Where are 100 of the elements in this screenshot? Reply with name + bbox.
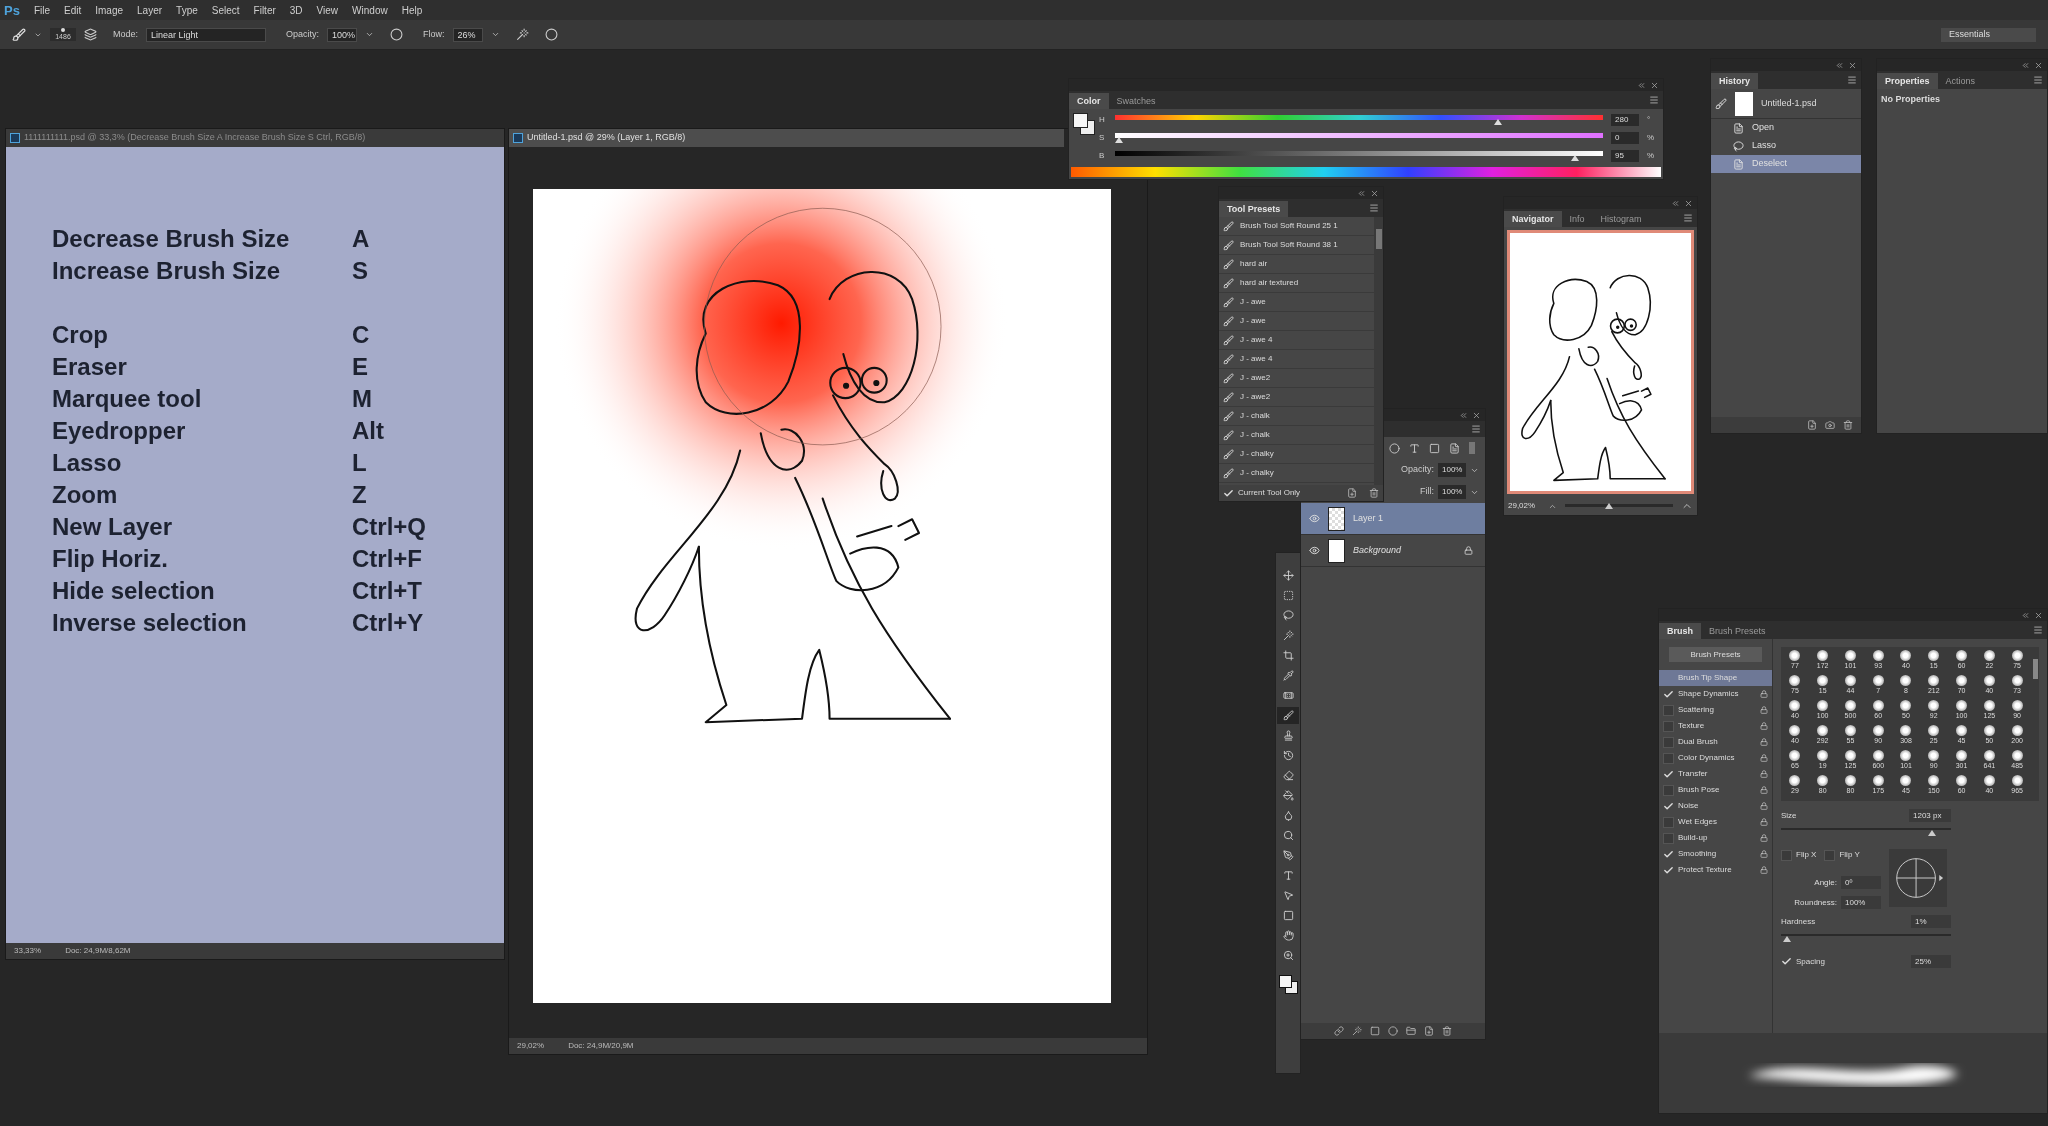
brush-option[interactable]: Scattering: [1659, 702, 1772, 718]
layer-opacity-field[interactable]: 100%: [1438, 463, 1466, 477]
close-icon[interactable]: [1370, 188, 1379, 198]
brush-option[interactable]: Brush Pose: [1659, 782, 1772, 798]
preset-item[interactable]: J - awe2: [1219, 388, 1374, 407]
flow-field[interactable]: 26%: [452, 27, 483, 42]
panel-tab[interactable]: History: [1711, 73, 1758, 89]
navigator-zoom-field[interactable]: 29,02%: [1508, 500, 1540, 512]
spacing-field[interactable]: 25%: [1911, 955, 1951, 968]
checkbox[interactable]: [1781, 849, 1792, 861]
adjustment-icon[interactable]: [1388, 1026, 1398, 1036]
close-icon[interactable]: [1848, 60, 1857, 70]
checkbox[interactable]: [1663, 864, 1674, 876]
brush-option[interactable]: Color Dynamics: [1659, 750, 1772, 766]
layer-row[interactable]: Background: [1301, 535, 1485, 567]
preset-item[interactable]: hard air textured: [1219, 274, 1374, 293]
checkbox[interactable]: [1663, 704, 1674, 716]
color-slider[interactable]: [1115, 132, 1603, 144]
history-step[interactable]: Lasso: [1711, 137, 1861, 155]
channel-value-field[interactable]: 95: [1611, 150, 1639, 162]
collapse-icon[interactable]: [1459, 410, 1468, 420]
slider-thumb[interactable]: [1571, 154, 1579, 161]
color-slider[interactable]: [1115, 114, 1603, 126]
lock-icon[interactable]: [1760, 850, 1768, 858]
checkbox[interactable]: [1663, 720, 1674, 732]
panel-menu-icon[interactable]: [1369, 203, 1379, 213]
close-icon[interactable]: [2034, 60, 2043, 70]
folder-icon[interactable]: [1406, 1026, 1416, 1036]
lock-icon[interactable]: [1760, 834, 1768, 842]
angle-field[interactable]: 0º: [1841, 876, 1881, 889]
eye-icon[interactable]: [1309, 513, 1320, 524]
snapshot-name[interactable]: Untitled-1.psd: [1761, 96, 1817, 111]
checkbox[interactable]: [1223, 487, 1234, 499]
trash-icon[interactable]: [1442, 1026, 1452, 1036]
panel-menu-icon[interactable]: [1649, 95, 1659, 105]
color-spectrum-bar[interactable]: [1071, 167, 1661, 177]
brush-option[interactable]: Wet Edges: [1659, 814, 1772, 830]
preset-item[interactable]: J - chalk: [1219, 426, 1374, 445]
menu-item[interactable]: View: [316, 2, 339, 18]
hardness-slider[interactable]: [1781, 934, 1951, 943]
lock-icon[interactable]: [1760, 866, 1768, 874]
panel-menu-icon[interactable]: [2033, 75, 2043, 85]
preset-item[interactable]: J - awe2: [1219, 369, 1374, 388]
close-icon[interactable]: [1650, 80, 1659, 90]
opacity-field[interactable]: 100%: [327, 27, 358, 42]
size-field[interactable]: 1203 px: [1909, 809, 1951, 822]
checkbox[interactable]: [1663, 768, 1674, 780]
panel-tab[interactable]: Swatches: [1108, 93, 1164, 109]
slider-thumb[interactable]: [1928, 830, 1937, 836]
checkbox[interactable]: [1663, 688, 1674, 700]
close-icon[interactable]: [1472, 410, 1481, 420]
lock-icon[interactable]: [1760, 786, 1768, 794]
menu-item[interactable]: Window: [352, 2, 388, 18]
trash-icon[interactable]: [1843, 420, 1853, 430]
brush-option[interactable]: Transfer: [1659, 766, 1772, 782]
collapse-icon[interactable]: [1671, 198, 1680, 208]
brush-option[interactable]: Protect Texture: [1659, 862, 1772, 878]
brush-option[interactable]: Dual Brush: [1659, 734, 1772, 750]
checkbox[interactable]: [1663, 832, 1674, 844]
menu-item[interactable]: Select: [211, 2, 240, 18]
preset-item[interactable]: J - awe 4: [1219, 350, 1374, 369]
document-tab[interactable]: 1111111111.psd @ 33,3% (Decrease Brush Size A Increase Brush Size S Ctrl, RGB/8): [6, 129, 504, 147]
zoom-slider[interactable]: [1565, 502, 1673, 510]
panel-menu-icon[interactable]: [1683, 213, 1693, 223]
collapse-icon[interactable]: [1637, 80, 1646, 90]
size-slider[interactable]: [1781, 828, 1951, 837]
brush-option[interactable]: Texture: [1659, 718, 1772, 734]
lock-icon[interactable]: [1760, 802, 1768, 810]
dropdown-caret-icon[interactable]: [490, 30, 500, 39]
lock-icon[interactable]: [1760, 738, 1768, 746]
preset-item[interactable]: J - chalky: [1219, 464, 1374, 483]
new-layer-icon[interactable]: [1424, 1026, 1434, 1036]
scrollbar[interactable]: [2031, 647, 2039, 801]
panel-tab[interactable]: Navigator: [1504, 211, 1562, 227]
color-swatches[interactable]: [1278, 975, 1298, 994]
brush-option[interactable]: Noise: [1659, 798, 1772, 814]
close-icon[interactable]: [2034, 610, 2043, 620]
panel-tab[interactable]: Tool Presets: [1219, 201, 1289, 217]
brush-angle-widget[interactable]: [1889, 849, 1947, 907]
checkbox[interactable]: [1663, 800, 1674, 812]
mask-icon[interactable]: [1370, 1026, 1380, 1036]
checkbox[interactable]: [1663, 752, 1674, 764]
checkbox[interactable]: [1663, 848, 1674, 860]
brush-presets-button[interactable]: Brush Presets: [1669, 647, 1762, 662]
document-tab[interactable]: Untitled-1.psd @ 29% (Layer 1, RGB/8): [509, 129, 1064, 147]
menu-item[interactable]: Type: [176, 2, 198, 18]
close-icon[interactable]: [1684, 198, 1693, 208]
panel-tab[interactable]: Actions: [1937, 73, 1984, 89]
channel-value-field[interactable]: 0: [1611, 132, 1639, 144]
checkbox[interactable]: [1824, 849, 1836, 861]
lock-icon[interactable]: [1760, 754, 1768, 762]
slider-thumb[interactable]: [1115, 136, 1123, 143]
menu-item[interactable]: Filter: [253, 2, 276, 18]
channel-value-field[interactable]: 280: [1611, 114, 1639, 126]
preset-item[interactable]: J - chalk: [1219, 407, 1374, 426]
slider-thumb[interactable]: [1782, 936, 1791, 942]
brush-icon[interactable]: [12, 27, 26, 42]
preset-item[interactable]: J - awe 4: [1219, 331, 1374, 350]
color-swatches[interactable]: [1073, 113, 1095, 135]
collapse-icon[interactable]: [1357, 188, 1366, 198]
